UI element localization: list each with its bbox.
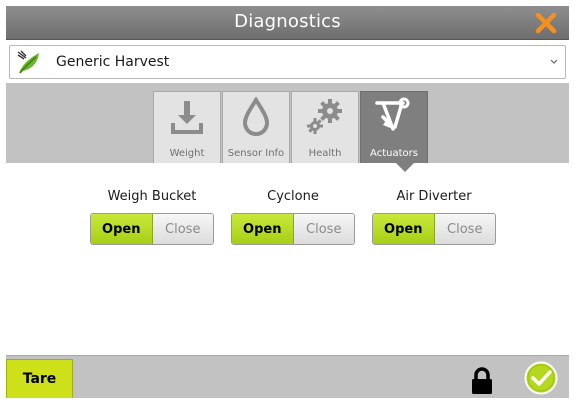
cyclone-close-button[interactable]: Close <box>293 214 354 244</box>
air-diverter-toggle: Open Close <box>372 213 496 245</box>
active-tab-pointer <box>396 163 414 172</box>
crop-selector-value: Generic Harvest <box>56 54 170 70</box>
weigh-bucket-close-button[interactable]: Close <box>152 214 213 244</box>
gears-icon <box>307 99 342 134</box>
tab-strip: Weight Sensor Info Health Actuators <box>6 83 569 163</box>
air-diverter-close-button[interactable]: Close <box>434 214 495 244</box>
drop-icon <box>242 97 270 136</box>
actuator-label: Air Diverter <box>396 189 472 204</box>
tab-label: Health <box>308 148 342 159</box>
weigh-bucket-toggle: Open Close <box>90 213 214 245</box>
tab-label: Weight <box>169 148 205 159</box>
window-title: Diagnostics <box>234 11 341 32</box>
chevron-down-icon <box>550 59 558 64</box>
tab-label: Actuators <box>370 148 418 159</box>
weigh-bucket-open-button[interactable]: Open <box>91 214 153 244</box>
tab-health[interactable]: Health <box>291 91 359 163</box>
title-bar: Diagnostics <box>6 6 569 40</box>
tab-weight[interactable]: Weight <box>153 91 221 163</box>
actuator-weigh-bucket: Weigh Bucket Open Close <box>90 189 214 245</box>
lock-icon[interactable] <box>470 367 494 395</box>
bottom-bar: Tare <box>6 355 569 398</box>
air-diverter-open-button[interactable]: Open <box>373 214 435 244</box>
diagnostics-window: Diagnostics Generic Harvest Weight Senso… <box>6 6 569 398</box>
tab-actuators[interactable]: Actuators <box>360 91 428 163</box>
actuator-air-diverter: Air Diverter Open Close <box>372 189 496 245</box>
weight-download-icon <box>171 101 203 134</box>
cyclone-toggle: Open Close <box>231 213 355 245</box>
close-icon[interactable] <box>533 10 559 36</box>
leaf-icon <box>17 50 39 74</box>
actuator-label: Weigh Bucket <box>107 189 197 204</box>
actuator-arm-icon <box>375 97 410 131</box>
tab-label: Sensor Info <box>227 148 285 159</box>
checkmark-circle-icon[interactable] <box>524 361 558 395</box>
tab-sensor-info[interactable]: Sensor Info <box>222 91 290 163</box>
crop-selector-dropdown[interactable]: Generic Harvest <box>9 45 566 79</box>
actuator-cyclone: Cyclone Open Close <box>231 189 355 245</box>
actuator-label: Cyclone <box>267 189 319 204</box>
tare-button[interactable]: Tare <box>6 359 73 398</box>
cyclone-open-button[interactable]: Open <box>232 214 294 244</box>
